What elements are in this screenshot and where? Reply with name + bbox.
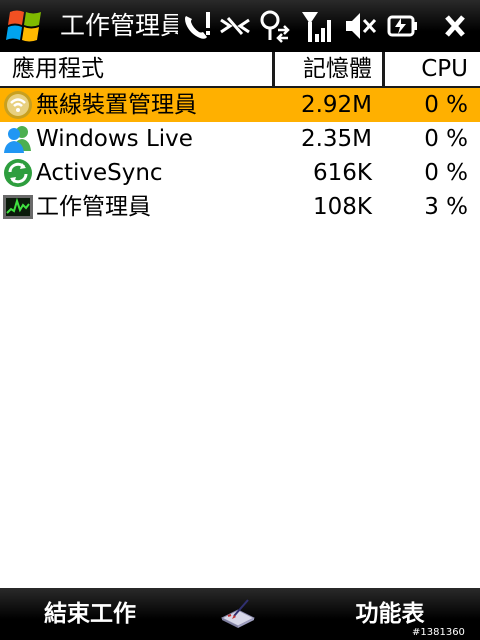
process-cpu: 3 % bbox=[424, 194, 468, 220]
volume-muted-icon[interactable] bbox=[344, 8, 378, 44]
column-header-memory[interactable]: 記憶體 bbox=[276, 52, 372, 86]
process-memory: 616K bbox=[313, 160, 372, 186]
signal-strength-icon[interactable] bbox=[300, 8, 334, 44]
window-title: 工作管理員 bbox=[60, 11, 178, 40]
process-memory: 2.92M bbox=[300, 92, 372, 118]
process-list: 無線裝置管理員 2.92M 0 % Windows Live 2.35M 0 % bbox=[0, 88, 480, 224]
process-cpu: 0 % bbox=[424, 160, 468, 186]
title-bar: 工作管理員 bbox=[0, 0, 480, 52]
activesync-icon bbox=[2, 157, 34, 189]
process-row[interactable]: Windows Live 2.35M 0 % bbox=[0, 122, 480, 156]
input-panel-button[interactable] bbox=[218, 596, 258, 630]
start-button[interactable] bbox=[4, 6, 46, 46]
data-connection-icon[interactable] bbox=[258, 8, 292, 44]
battery-charging-icon[interactable] bbox=[386, 8, 420, 44]
input-panel-icon bbox=[220, 599, 256, 628]
process-name: 工作管理員 bbox=[36, 194, 151, 220]
close-button[interactable] bbox=[436, 8, 474, 44]
process-row[interactable]: 無線裝置管理員 2.92M 0 % bbox=[0, 88, 480, 122]
process-row[interactable]: ActiveSync 616K 0 % bbox=[0, 156, 480, 190]
column-header-cpu[interactable]: CPU bbox=[386, 52, 468, 86]
wireless-manager-icon bbox=[2, 89, 34, 121]
process-cpu: 0 % bbox=[424, 126, 468, 152]
windows-flag-icon bbox=[6, 10, 41, 42]
softkey-bar: 結束工作 功能表 bbox=[0, 588, 480, 640]
column-header-app[interactable]: 應用程式 bbox=[12, 52, 104, 86]
column-divider[interactable] bbox=[272, 52, 275, 86]
process-name: Windows Live bbox=[36, 126, 193, 152]
wifi-disconnected-icon[interactable] bbox=[218, 8, 252, 44]
process-memory: 108K bbox=[313, 194, 372, 220]
task-manager-screen: 工作管理員 應用程式 記憶體 CPU 無線裝置管理員 2.92M 0 % Win… bbox=[0, 0, 480, 640]
process-name: ActiveSync bbox=[36, 160, 163, 186]
phone-alert-icon[interactable] bbox=[180, 8, 214, 44]
task-manager-icon bbox=[2, 191, 34, 223]
process-memory: 2.35M bbox=[300, 126, 372, 152]
column-header: 應用程式 記憶體 CPU bbox=[0, 52, 480, 88]
column-divider[interactable] bbox=[382, 52, 385, 86]
close-icon bbox=[445, 15, 465, 37]
process-name: 無線裝置管理員 bbox=[36, 92, 197, 118]
end-task-button[interactable]: 結束工作 bbox=[20, 588, 160, 640]
windows-live-icon bbox=[2, 123, 34, 155]
process-row[interactable]: 工作管理員 108K 3 % bbox=[0, 190, 480, 224]
image-id-label: #1381360 bbox=[412, 627, 465, 638]
process-cpu: 0 % bbox=[424, 92, 468, 118]
